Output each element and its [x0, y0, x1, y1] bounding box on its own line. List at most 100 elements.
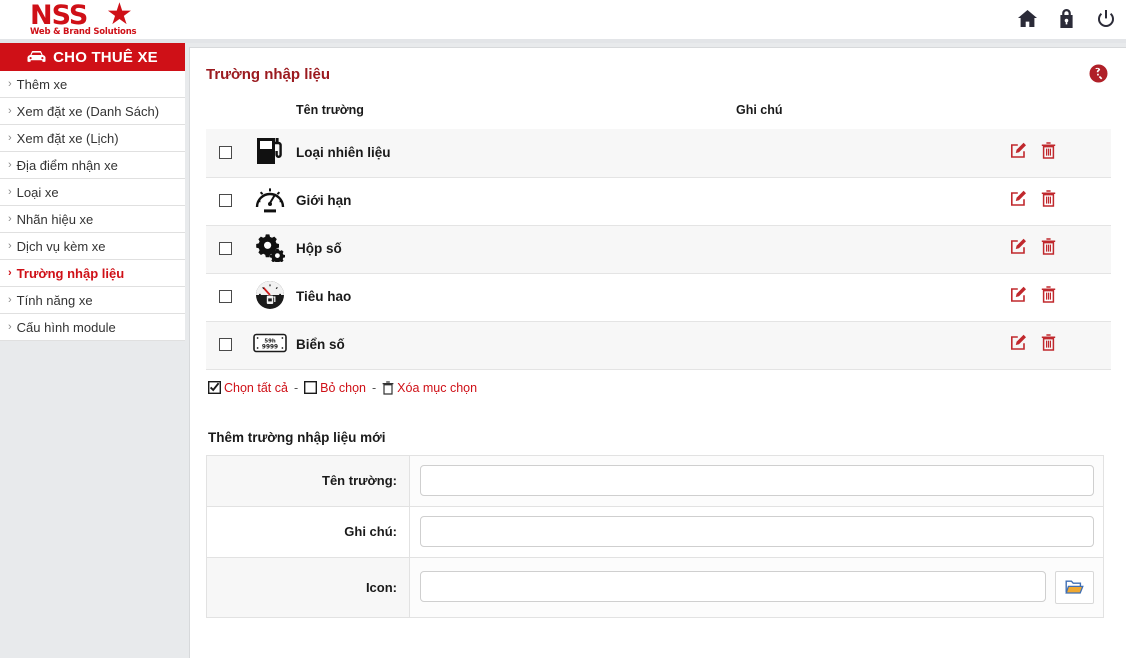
main-content: Trường nhập liệu Tên trường Ghi chú Loại…: [189, 47, 1126, 658]
select-all-link[interactable]: Chọn tất cả: [208, 381, 288, 395]
star-icon: ★: [106, 0, 133, 31]
row-name-cell: Biển số: [296, 321, 736, 370]
add-field-form: Tên trường: Ghi chú: Icon:: [206, 454, 1104, 618]
sidebar-item-truong-nhap-lieu[interactable]: › Trường nhập liệu: [0, 260, 185, 287]
page-title: Trường nhập liệu: [206, 66, 331, 83]
folder-open-icon[interactable]: [1054, 570, 1094, 604]
home-icon[interactable]: [1017, 8, 1038, 29]
fuel-pump-icon: [255, 134, 285, 171]
ghi-chu-input[interactable]: [420, 516, 1094, 547]
form-field-ten-truong-cell: [409, 454, 1104, 507]
chevron-right-icon: ›: [8, 78, 12, 90]
delete-icon[interactable]: [1041, 286, 1056, 308]
delete-icon[interactable]: [1041, 142, 1056, 164]
row-checkbox-cell: [206, 321, 244, 370]
chevron-right-icon: ›: [8, 267, 12, 279]
row-checkbox[interactable]: [218, 290, 232, 304]
row-checkbox-cell: [206, 177, 244, 226]
column-header-name: Tên trường: [296, 103, 364, 117]
delete-icon[interactable]: [1041, 238, 1056, 260]
sidebar-item-label: Loại xe: [16, 184, 59, 200]
row-checkbox[interactable]: [218, 194, 232, 208]
form-label-ten-truong: Tên trường:: [206, 454, 410, 507]
sidebar-item-dia-diem-nhan-xe[interactable]: › Địa điểm nhận xe: [0, 152, 185, 179]
select-all-label: Chọn tất cả: [224, 380, 288, 395]
edit-icon[interactable]: [1010, 286, 1027, 308]
column-header-checkbox: [206, 103, 244, 129]
row-note-cell: [736, 225, 1006, 274]
top-icon-group: [1017, 8, 1116, 29]
row-note-cell: [736, 321, 1006, 370]
row-name-cell: Giới hạn: [296, 177, 736, 226]
row-name: Giới hạn: [296, 193, 352, 208]
car-icon: [27, 51, 46, 63]
license-plate-icon: 59h 9999: [253, 332, 287, 359]
row-checkbox-cell: [206, 129, 244, 178]
sidebar-menu: › Thêm xe › Xem đặt xe (Danh Sách) › Xem…: [0, 71, 185, 341]
row-note-cell: [736, 273, 1006, 322]
sidebar-item-xem-dat-xe-lich[interactable]: › Xem đặt xe (Lịch): [0, 125, 185, 152]
form-row-icon: Icon:: [206, 556, 1104, 618]
brand-name: NSS: [30, 0, 88, 31]
sidebar-header-label: CHO THUÊ XE: [53, 48, 158, 66]
chevron-right-icon: ›: [8, 105, 12, 117]
row-name-cell: Hộp số: [296, 225, 736, 274]
row-icon-cell: [244, 129, 296, 178]
sidebar-item-label: Dịch vụ kèm xe: [16, 238, 106, 254]
row-icon-cell: 59h 9999: [244, 321, 296, 370]
table-row: Hộp số: [206, 225, 1111, 274]
power-icon[interactable]: [1095, 8, 1116, 29]
column-header-icon: [244, 103, 296, 129]
lock-icon[interactable]: [1056, 8, 1077, 29]
sidebar-item-loai-xe[interactable]: › Loại xe: [0, 179, 185, 206]
sidebar-item-label: Thêm xe: [16, 76, 68, 92]
edit-icon[interactable]: [1010, 190, 1027, 212]
help-globe-icon[interactable]: [1089, 64, 1108, 83]
edit-icon[interactable]: [1010, 238, 1027, 260]
row-name: Tiêu hao: [296, 289, 352, 304]
form-row-ten-truong: Tên trường:: [206, 454, 1104, 507]
brand-tagline: Web & Brand Solutions: [30, 27, 137, 37]
sidebar-item-dich-vu-kem-xe[interactable]: › Dịch vụ kèm xe: [0, 233, 185, 260]
row-checkbox[interactable]: [218, 146, 232, 160]
delete-icon[interactable]: [1041, 190, 1056, 212]
sidebar-item-cau-hinh-module[interactable]: › Cấu hình module: [0, 314, 185, 341]
table-header-row: Tên trường Ghi chú: [206, 103, 1111, 129]
svg-text:9999: 9999: [262, 344, 278, 350]
table-row: Tiêu hao: [206, 273, 1111, 322]
row-checkbox[interactable]: [218, 338, 232, 352]
sidebar-item-nhan-hieu-xe[interactable]: › Nhãn hiệu xe: [0, 206, 185, 233]
row-note-cell: [736, 177, 1006, 226]
brand-logo[interactable]: NSS ★ Web & Brand Solutions: [30, 0, 160, 38]
chevron-right-icon: ›: [8, 186, 12, 198]
bulk-separator: -: [371, 380, 377, 395]
bulk-actions-bar: Chọn tất cả - Bỏ chọn - Xóa mục chọn: [206, 370, 1106, 395]
checkbox-checked-icon: [208, 381, 221, 394]
sidebar-item-xem-dat-xe-danh-sach[interactable]: › Xem đặt xe (Danh Sách): [0, 98, 185, 125]
checkbox-empty-icon: [304, 381, 318, 394]
delete-icon[interactable]: [1041, 334, 1056, 356]
row-name: Biển số: [296, 337, 345, 352]
edit-icon[interactable]: [1010, 334, 1027, 356]
table-row: Loại nhiên liệu: [206, 129, 1111, 178]
speedometer-icon: [254, 184, 286, 219]
top-header-bar: NSS ★ Web & Brand Solutions: [0, 0, 1126, 39]
form-label-icon: Icon:: [206, 556, 410, 618]
ten-truong-input[interactable]: [420, 465, 1094, 496]
row-actions-cell: [1006, 177, 1111, 226]
row-checkbox[interactable]: [218, 242, 232, 256]
chevron-right-icon: ›: [8, 213, 12, 225]
deselect-label: Bỏ chọn: [320, 380, 366, 395]
row-checkbox-cell: [206, 225, 244, 274]
form-field-icon-cell: [409, 556, 1104, 618]
delete-selected-link[interactable]: Xóa mục chọn: [382, 381, 477, 395]
row-name-cell: Tiêu hao: [296, 273, 736, 322]
edit-icon[interactable]: [1010, 142, 1027, 164]
sidebar-item-tinh-nang-xe[interactable]: › Tính năng xe: [0, 287, 185, 314]
icon-input[interactable]: [420, 570, 1046, 602]
form-label-ghi-chu: Ghi chú:: [206, 505, 410, 558]
sidebar-item-them-xe[interactable]: › Thêm xe: [0, 71, 185, 98]
row-name: Hộp số: [296, 241, 342, 256]
sidebar-item-label: Cấu hình module: [16, 319, 116, 335]
deselect-link[interactable]: Bỏ chọn: [304, 381, 366, 395]
